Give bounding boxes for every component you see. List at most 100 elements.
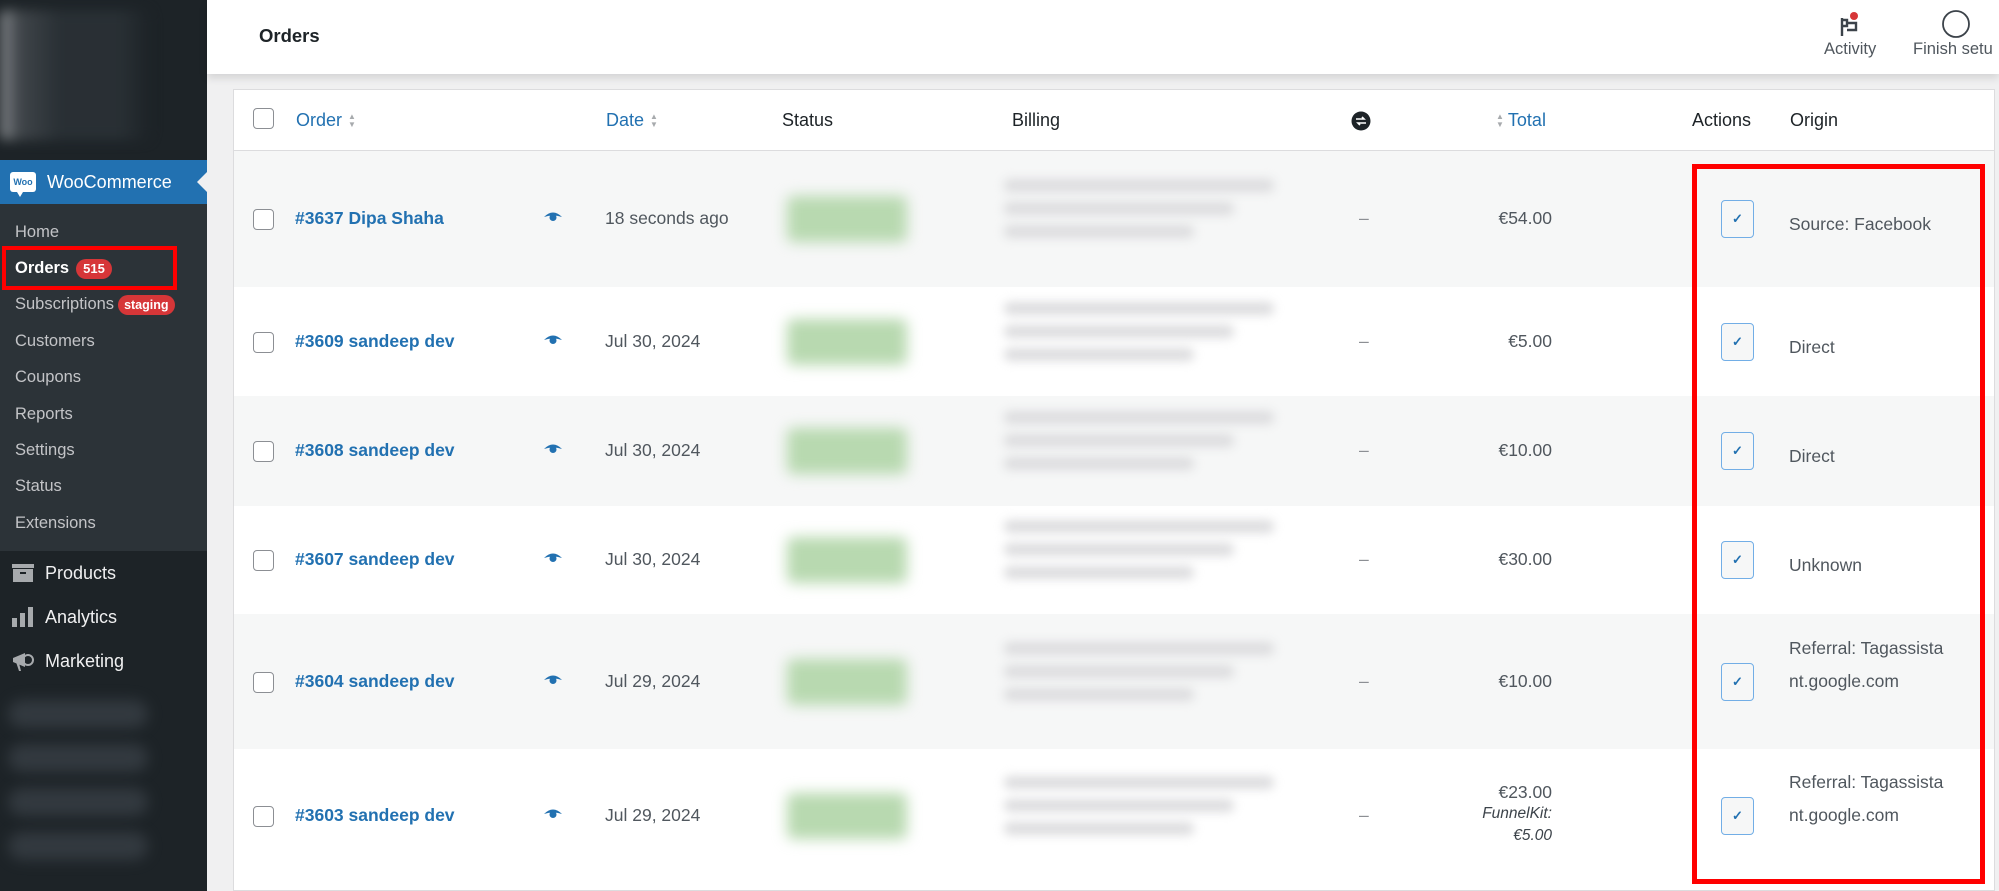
submenu-item-subscriptions[interactable]: Subscriptions staging <box>0 287 207 323</box>
column-header-total[interactable]: ▲ ▼ Total <box>1496 110 1546 131</box>
finish-setup-button[interactable]: Finish setu <box>1913 8 1993 59</box>
submenu-item-coupons[interactable]: Coupons <box>0 360 207 396</box>
row-checkbox[interactable] <box>253 331 274 353</box>
attribution-value: – <box>1359 805 1369 825</box>
order-origin: Source: Facebook <box>1789 214 1932 234</box>
table-header-row: Order ▲ ▼ Date ▲ ▼ Status Billing ▲ ▼ Total… <box>234 90 1994 151</box>
billing-address-blurred <box>1004 411 1304 480</box>
sidebar-item-analytics[interactable]: Analytics <box>0 595 207 639</box>
order-date: 18 seconds ago <box>605 208 729 228</box>
select-all-checkbox[interactable] <box>253 108 274 129</box>
table-row[interactable]: #3604 sandeep dev Jul 29, 2024 – €10.00 … <box>234 614 1994 749</box>
submenu-item-extensions[interactable]: Extensions <box>0 505 207 541</box>
complete-order-button[interactable]: ✓ <box>1721 797 1754 835</box>
preview-eye-icon[interactable] <box>544 673 562 691</box>
table-row[interactable]: #3609 sandeep dev Jul 30, 2024 – €5.00 ✓… <box>234 287 1994 396</box>
column-label: Total <box>1507 110 1546 130</box>
megaphone-icon <box>11 650 35 672</box>
sort-arrows-icon: ▲ ▼ <box>348 111 356 129</box>
sidebar-item-products[interactable]: Products <box>0 551 207 595</box>
order-origin: Referral: Tagassistant.google.com <box>1789 772 1944 825</box>
submenu-label: Customers <box>15 331 95 350</box>
admin-sidebar: Woo WooCommerce Home Orders 515 Subscript… <box>0 0 207 891</box>
attribution-value: – <box>1359 440 1369 460</box>
order-link[interactable]: #3637 Dipa Shaha <box>295 208 444 229</box>
complete-order-button[interactable]: ✓ <box>1721 662 1754 701</box>
order-date: Jul 30, 2024 <box>605 549 701 569</box>
preview-eye-icon[interactable] <box>544 807 562 825</box>
row-checkbox[interactable] <box>253 441 274 462</box>
preview-eye-icon[interactable] <box>544 442 562 460</box>
submenu-item-reports[interactable]: Reports <box>0 396 207 432</box>
submenu-item-status[interactable]: Status <box>0 469 207 505</box>
order-link[interactable]: #3607 sandeep dev <box>295 549 455 570</box>
sidebar-item-woocommerce[interactable]: Woo WooCommerce <box>0 160 207 204</box>
complete-order-button[interactable]: ✓ <box>1721 432 1754 470</box>
activity-label: Activity <box>1824 40 1877 58</box>
order-total: €54.00 <box>1392 208 1552 229</box>
preview-eye-icon[interactable] <box>544 333 562 351</box>
submenu-label: Subscriptions <box>15 295 115 314</box>
row-checkbox[interactable] <box>253 550 274 571</box>
current-menu-arrow <box>197 172 207 192</box>
column-header-date[interactable]: Date ▲ ▼ <box>606 110 658 131</box>
preview-eye-icon[interactable] <box>544 210 562 228</box>
submenu-item-settings[interactable]: Settings <box>0 432 207 468</box>
total-amount: €10.00 <box>1498 670 1552 691</box>
total-amount: €23.00 <box>1498 782 1552 802</box>
preview-eye-icon[interactable] <box>544 551 562 569</box>
row-checkbox[interactable] <box>253 806 274 827</box>
flag-icon <box>1838 8 1862 40</box>
order-link[interactable]: #3609 sandeep dev <box>295 331 455 352</box>
billing-address-blurred <box>1004 179 1304 248</box>
app-root: Woo WooCommerce Home Orders 515 Subscript… <box>0 0 1999 891</box>
status-badge-blurred <box>787 658 907 705</box>
total-meta-value: €5.00 <box>1513 826 1552 844</box>
order-link[interactable]: #3608 sandeep dev <box>295 440 455 461</box>
status-badge-blurred <box>787 793 907 839</box>
submenu-label: Status <box>15 477 62 496</box>
sort-arrows-icon: ▲ ▼ <box>1496 111 1504 129</box>
complete-order-button[interactable]: ✓ <box>1721 322 1754 361</box>
orders-highlight-box <box>2 246 177 290</box>
order-total: €10.00 <box>1392 440 1552 461</box>
order-link[interactable]: #3604 sandeep dev <box>295 671 455 692</box>
order-total: €10.00 <box>1392 671 1552 692</box>
column-header-order[interactable]: Order ▲ ▼ <box>296 110 356 131</box>
table-row[interactable]: #3608 sandeep dev Jul 30, 2024 – €10.00 … <box>234 396 1994 506</box>
submenu-label: Settings <box>15 441 75 460</box>
total-amount: €5.00 <box>1508 330 1552 351</box>
total-meta-label: FunnelKit: <box>1482 805 1552 822</box>
checkmark-icon: ✓ <box>1732 443 1743 458</box>
submenu-item-home[interactable]: Home <box>0 214 207 250</box>
checkmark-icon: ✓ <box>1732 552 1743 567</box>
table-row[interactable]: #3607 sandeep dev Jul 30, 2024 – €30.00 … <box>234 506 1994 614</box>
column-label: Order <box>296 110 343 130</box>
activity-button[interactable]: Activity <box>1824 8 1876 59</box>
total-amount: €30.00 <box>1498 549 1552 569</box>
order-link[interactable]: #3603 sandeep dev <box>295 805 455 826</box>
order-origin: Direct <box>1789 336 1835 357</box>
column-header-actions: Actions <box>1692 110 1752 130</box>
sidebar-item-label: Products <box>45 562 117 583</box>
staging-badge: staging <box>118 294 175 315</box>
column-header-billing: Billing <box>1012 110 1061 130</box>
finish-setup-label: Finish setu <box>1913 40 1993 58</box>
order-origin: Referral: Tagassistant.google.com <box>1789 637 1944 691</box>
page-header: Orders Activity Finish setu <box>207 0 1999 74</box>
status-badge-blurred <box>787 196 907 242</box>
sidebar-item-marketing[interactable]: Marketing <box>0 639 207 683</box>
order-date: Jul 29, 2024 <box>605 670 701 691</box>
row-checkbox[interactable] <box>253 209 274 230</box>
table-row[interactable]: #3637 Dipa Shaha 18 seconds ago – €54.00… <box>234 151 1994 287</box>
checkmark-icon: ✓ <box>1732 333 1743 349</box>
submenu-item-customers[interactable]: Customers <box>0 323 207 359</box>
bar-chart-icon <box>11 606 35 628</box>
complete-order-button[interactable]: ✓ <box>1721 200 1754 238</box>
billing-address-blurred <box>1004 520 1304 589</box>
sort-arrows-icon: ▲ ▼ <box>650 111 658 129</box>
column-header-status: Status <box>782 110 834 130</box>
table-row[interactable]: #3603 sandeep dev Jul 29, 2024 – €23.00 … <box>234 749 1994 883</box>
row-checkbox[interactable] <box>253 671 274 693</box>
complete-order-button[interactable]: ✓ <box>1721 541 1754 579</box>
